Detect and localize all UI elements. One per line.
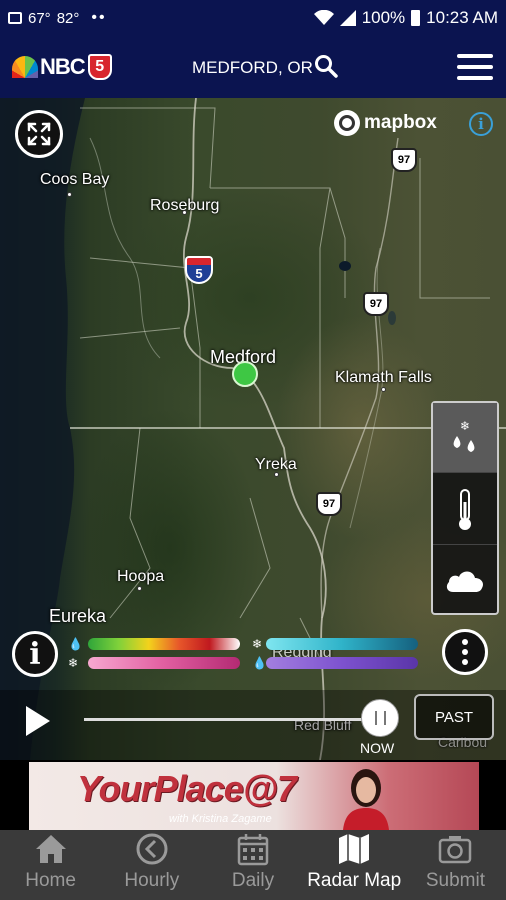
fullscreen-button[interactable]: [15, 110, 63, 158]
app-screen: 67° 82° •• 100% 10:23 AM NBC 5 MEDFORD, …: [0, 0, 506, 900]
bottom-navigation: Home Hourly Daily Radar Map Submit: [0, 830, 506, 900]
ad-banner-container: YourPlace@7 with Kristina Zagame: [0, 760, 506, 830]
peacock-icon: [12, 56, 38, 78]
snow-legend: ❄: [252, 637, 418, 651]
mix-icon: ❄: [68, 656, 79, 670]
station-logo[interactable]: NBC 5: [12, 50, 130, 84]
search-icon[interactable]: [314, 54, 338, 78]
rain-legend-bar: [88, 638, 240, 650]
cloud-layer-button[interactable]: [433, 545, 497, 615]
city-dot: [381, 387, 386, 392]
radar-timeline: NOW PAST: [0, 690, 506, 760]
play-icon[interactable]: [26, 706, 50, 736]
app-header: NBC 5 MEDFORD, OR: [0, 36, 506, 98]
rain-legend: 💧: [68, 637, 240, 651]
city-label-hoopa: Hoopa: [117, 568, 165, 585]
city-dot: [182, 210, 187, 215]
svg-text:❄: ❄: [460, 419, 470, 433]
home-icon: [35, 835, 66, 863]
snowflake-icon: ❄: [252, 637, 263, 651]
now-label: NOW: [360, 740, 395, 756]
city-dot: [67, 192, 72, 197]
calendar-icon: [237, 834, 269, 866]
status-bar: 67° 82° •• 100% 10:23 AM: [0, 0, 506, 36]
more-notifications-icon: ••: [91, 9, 107, 26]
wifi-icon: [313, 10, 334, 25]
us-97-shield: 97: [391, 148, 417, 172]
timeline-track[interactable]: [84, 718, 380, 721]
camera-icon: [439, 836, 472, 864]
nav-hourly[interactable]: Hourly: [101, 830, 202, 900]
host-portrait-image: [343, 769, 389, 830]
ad-banner[interactable]: YourPlace@7 with Kristina Zagame: [29, 762, 479, 830]
cloud-icon: [446, 571, 484, 592]
ice-legend: 💧: [252, 656, 418, 670]
mix-legend-bar: [88, 657, 240, 669]
more-options-button[interactable]: [442, 629, 488, 675]
ice-legend-bar: [266, 657, 418, 669]
city-dot: [274, 472, 279, 477]
location-label[interactable]: MEDFORD, OR: [192, 58, 313, 78]
precipitation-icon: ❄: [453, 419, 475, 452]
logo-text: NBC: [40, 54, 86, 79]
interstate-5-shield: 5: [185, 256, 213, 284]
nav-daily[interactable]: Daily: [202, 830, 303, 900]
city-label-coos-bay: Coos Bay: [40, 171, 110, 188]
nav-submit[interactable]: Submit: [405, 830, 506, 900]
nav-radar-map[interactable]: Radar Map: [304, 830, 405, 900]
hamburger-menu-icon[interactable]: [457, 54, 493, 80]
battery-percent: 100%: [361, 8, 406, 27]
mapbox-text: mapbox: [364, 112, 437, 133]
sleet-icon: 💧: [252, 656, 267, 670]
nav-home[interactable]: Home: [0, 830, 101, 900]
nav-label-daily: Daily: [231, 870, 275, 891]
temperature-layer-button[interactable]: [433, 475, 497, 545]
status-temp-1: 67°: [28, 9, 51, 27]
mapbox-attribution[interactable]: mapbox: [334, 110, 437, 136]
precip-layer-button[interactable]: ❄: [433, 403, 497, 473]
ad-subtitle: with Kristina Zagame: [169, 813, 272, 825]
layer-selector-panel: ❄: [431, 401, 499, 615]
thermometer-icon: [459, 488, 471, 530]
gallery-notification-icon: [8, 12, 22, 24]
nav-label-hourly: Hourly: [124, 870, 180, 891]
expand-icon: [27, 122, 51, 146]
us-97-shield: 97: [363, 292, 389, 316]
current-location-marker: [232, 361, 258, 387]
map-icon: [339, 834, 370, 864]
clock-icon: [136, 833, 168, 865]
map-attribution-info-icon[interactable]: i: [469, 112, 493, 136]
legend-info-button[interactable]: i: [12, 631, 58, 677]
us-97-shield: 97: [316, 492, 342, 516]
nav-label-radar-map: Radar Map: [307, 870, 402, 891]
nav-label-home: Home: [25, 870, 76, 891]
status-temp-2: 82°: [56, 9, 80, 27]
mix-legend: ❄: [68, 656, 240, 670]
radar-map[interactable]: mapbox i Coos Bay Roseburg Medford Klama…: [0, 98, 506, 760]
past-button[interactable]: PAST: [414, 694, 494, 740]
info-icon: i: [29, 636, 41, 672]
logo-channel-shield: 5: [87, 54, 112, 80]
signal-icon: [339, 10, 356, 26]
battery-icon: [411, 10, 421, 26]
city-label-klamath-falls: Klamath Falls: [335, 369, 432, 386]
more-vertical-icon: [462, 639, 468, 665]
city-label-eureka: Eureka: [49, 606, 107, 626]
mapbox-logo-icon: [334, 110, 360, 136]
nav-label-submit: Submit: [425, 870, 485, 891]
timeline-thumb[interactable]: [361, 699, 399, 737]
raindrop-icon: 💧: [68, 637, 83, 651]
clock-time: 10:23 AM: [426, 8, 498, 27]
city-dot: [137, 586, 142, 591]
ad-title: YourPlace@7: [77, 768, 297, 809]
snow-legend-bar: [266, 638, 418, 650]
